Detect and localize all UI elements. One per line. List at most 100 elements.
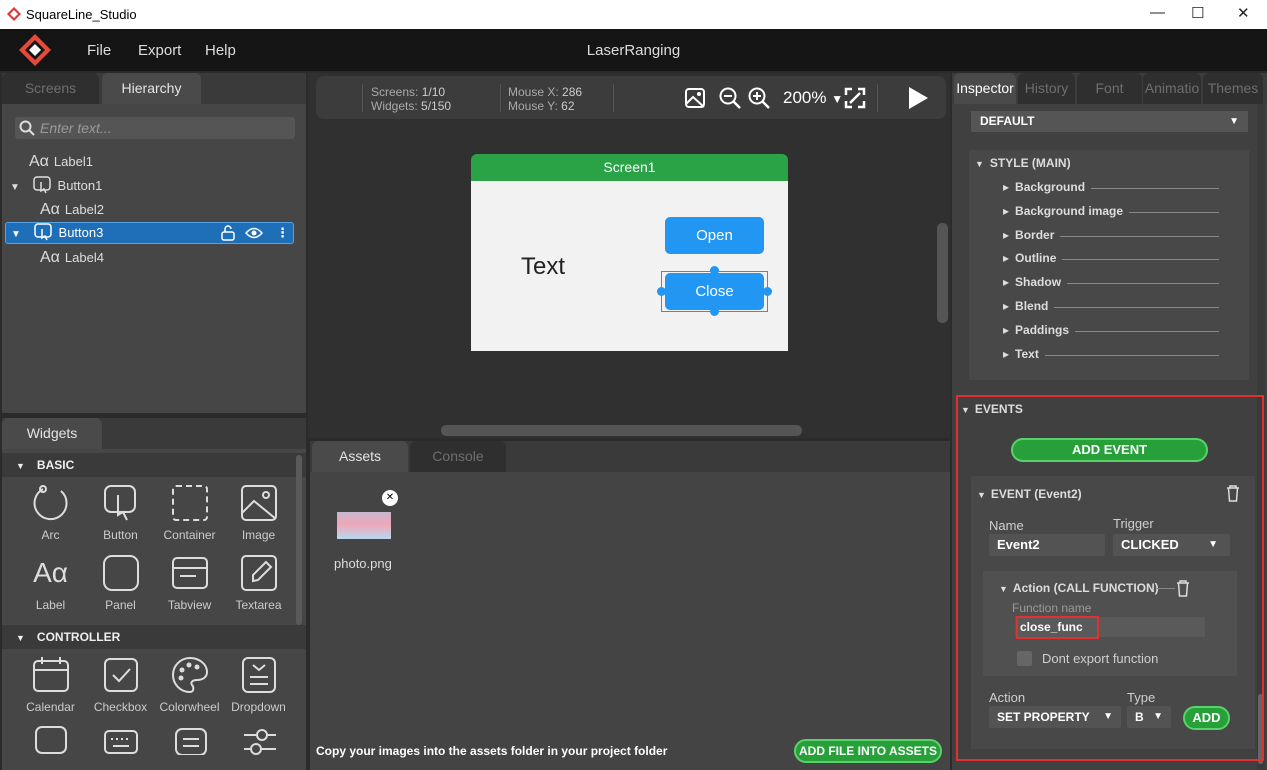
add-file-button[interactable]: ADD FILE INTO ASSETS [794, 739, 942, 763]
resize-handle[interactable] [763, 287, 772, 296]
visibility-eye-icon[interactable] [245, 226, 263, 240]
resize-handle[interactable] [657, 287, 666, 296]
trigger-dropdown[interactable]: CLICKED ▼ [1113, 534, 1230, 556]
canvas-vertical-scrollbar[interactable] [937, 223, 948, 323]
event-name-input[interactable]: Event2 [989, 534, 1105, 556]
add-event-button[interactable]: ADD EVENT [1011, 438, 1208, 462]
minimize-icon[interactable]: — [1150, 4, 1165, 21]
canvas-area: Screens: 1/10 Widgets: 5/150 Mouse X: 28… [308, 73, 950, 438]
event-card: ▼ EVENT (Event2) Name Event2 Trigger CLIC… [971, 476, 1255, 749]
zoom-in-icon[interactable] [748, 87, 770, 109]
widget-arc[interactable]: Arc [16, 483, 85, 542]
resize-handle[interactable] [710, 307, 719, 316]
action-header[interactable]: ▼ Action (CALL FUNCTION) [999, 581, 1159, 595]
divider [1129, 212, 1219, 213]
tree-node-button3[interactable]: ▼ Button3 ⋮ [5, 222, 294, 244]
expand-arrow-icon: ▸ [1003, 180, 1010, 194]
resize-handle[interactable] [710, 266, 719, 275]
events-highlight-box: ▼ EVENTS ADD EVENT ▼ EVENT (Event2) Name E… [956, 395, 1264, 761]
background-image-icon[interactable] [685, 88, 705, 108]
textarea-icon [240, 555, 277, 591]
tree-node-label4[interactable]: Aα Label4 [40, 248, 104, 268]
style-main-header[interactable]: ▼ STYLE (MAIN) [975, 156, 1071, 170]
dont-export-checkbox[interactable] [1017, 651, 1032, 666]
tab-font[interactable]: Font [1077, 73, 1142, 104]
function-name-input[interactable]: close_func [1016, 616, 1099, 639]
delete-action-icon[interactable] [1175, 579, 1191, 597]
widget-button[interactable]: Button [86, 483, 155, 542]
widget-panel[interactable]: Panel [86, 553, 155, 612]
expand-arrow-icon: ▸ [1003, 227, 1010, 242]
search-icon [19, 120, 35, 136]
play-icon[interactable] [907, 86, 929, 110]
widget-checkbox[interactable]: Checkbox [86, 655, 155, 714]
type-dropdown[interactable]: B ▼ [1127, 706, 1171, 728]
style-item-background[interactable]: ▸ Background [1003, 180, 1085, 194]
state-dropdown[interactable]: DEFAULT ▼ [971, 111, 1248, 132]
widgets-panel: Widgets ▼ BASIC Arc Button Container Imag… [2, 418, 306, 770]
style-item-text[interactable]: ▸ Text [1003, 347, 1039, 361]
maximize-icon[interactable]: ☐ [1191, 4, 1204, 22]
category-controller[interactable]: ▼ CONTROLLER [2, 625, 306, 649]
screen-title-bar[interactable]: Screen1 [471, 154, 788, 181]
tab-inspector[interactable]: Inspector [954, 73, 1016, 104]
palette-icon [171, 656, 208, 694]
widget-calendar[interactable]: Calendar [16, 655, 85, 714]
widget-textarea[interactable]: Textarea [224, 553, 293, 612]
tab-widgets[interactable]: Widgets [2, 418, 102, 449]
canvas-horizontal-scrollbar[interactable] [441, 425, 802, 436]
canvas-close-button[interactable]: Close [665, 273, 764, 310]
tab-animation[interactable]: Animatio [1143, 73, 1201, 104]
tree-node-label2[interactable]: Aα Label2 [40, 200, 104, 220]
style-item-shadow[interactable]: ▸ Shadow [1003, 275, 1061, 289]
close-window-icon[interactable]: ✕ [1237, 4, 1250, 22]
events-header[interactable]: ▼ EVENTS [961, 402, 1023, 416]
style-item-background-image[interactable]: ▸ Background image [1003, 204, 1123, 218]
tab-hierarchy[interactable]: Hierarchy [102, 73, 201, 104]
widget-container[interactable]: Container [155, 483, 224, 542]
canvas-text-label[interactable]: Text [521, 253, 565, 281]
zoom-out-icon[interactable] [719, 87, 741, 109]
tab-screens[interactable]: Screens [2, 73, 99, 104]
more-options-icon[interactable]: ⋮ [276, 223, 289, 243]
style-item-outline[interactable]: ▸ Outline [1003, 251, 1056, 265]
expand-arrow-icon: ▸ [1003, 251, 1010, 266]
fit-screen-icon[interactable] [844, 87, 866, 109]
canvas-open-button[interactable]: Open [665, 217, 764, 254]
tabview-icon [171, 557, 208, 589]
widget-tabview[interactable]: Tabview [155, 553, 224, 612]
tree-node-button1[interactable]: ▼ Button1 [10, 176, 102, 196]
chevron-down-icon: ▼ [1208, 539, 1218, 550]
label-type-icon: Aα [29, 153, 49, 170]
asset-thumbnail[interactable] [337, 512, 391, 539]
tab-assets[interactable]: Assets [312, 441, 408, 472]
expand-arrow-icon[interactable]: ▼ [10, 182, 20, 193]
expand-arrow-icon[interactable]: ▼ [11, 229, 21, 240]
expand-arrow-icon: ▸ [1003, 203, 1010, 218]
widget-image[interactable]: Image [224, 483, 293, 542]
tab-history[interactable]: History [1018, 73, 1075, 104]
style-item-border[interactable]: ▸ Border [1003, 228, 1054, 242]
divider [877, 84, 878, 112]
zoom-dropdown[interactable]: 200% ▼ [783, 88, 843, 108]
style-item-blend[interactable]: ▸ Blend [1003, 299, 1048, 313]
event-header[interactable]: ▼ EVENT (Event2) [977, 487, 1082, 501]
add-action-button[interactable]: ADD [1183, 706, 1230, 730]
screen-preview[interactable]: Text Open Close [471, 181, 788, 351]
widget-dropdown[interactable]: Dropdown [224, 655, 293, 714]
tab-console[interactable]: Console [410, 441, 506, 472]
tree-node-label1[interactable]: Aα Label1 [29, 152, 93, 172]
action-type-dropdown[interactable]: SET PROPERTY ▼ [989, 706, 1121, 728]
widget-colorwheel[interactable]: Colorwheel [155, 655, 224, 714]
delete-event-icon[interactable] [1225, 484, 1241, 502]
widget-label[interactable]: Aα Label [16, 553, 85, 612]
style-item-paddings[interactable]: ▸ Paddings [1003, 323, 1069, 337]
unlock-icon[interactable] [220, 225, 236, 241]
tab-themes[interactable]: Themes [1203, 73, 1263, 104]
keyboard-icon [104, 730, 138, 754]
hierarchy-search-input[interactable]: Enter text... [15, 117, 295, 139]
remove-asset-icon[interactable]: ✕ [382, 490, 398, 506]
widgets-scrollbar[interactable] [296, 455, 302, 625]
hierarchy-body: Enter text... Aα Label1 ▼ Button1 Aα Label… [2, 104, 306, 413]
category-basic[interactable]: ▼ BASIC [2, 453, 306, 477]
